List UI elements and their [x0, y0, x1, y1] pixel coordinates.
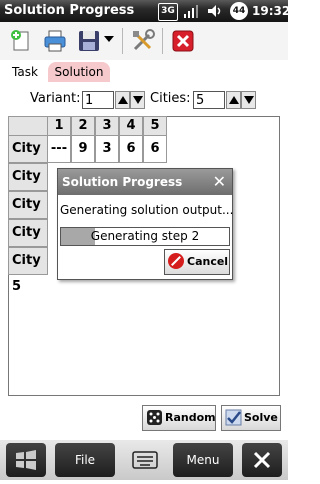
- grid-row-header: City 3: [8, 191, 48, 238]
- progress-bar: Generating step 2: [60, 227, 230, 246]
- grid-column-header: 2: [71, 116, 95, 136]
- grid-cell[interactable]: 6: [143, 135, 167, 163]
- checkmark-icon: [225, 409, 242, 426]
- variant-up-button[interactable]: [115, 91, 130, 109]
- arrow-up-icon: [117, 96, 128, 104]
- cities-up-button[interactable]: [226, 91, 241, 109]
- tab-bar: Task Solution: [0, 60, 288, 82]
- arrow-down-icon: [243, 96, 254, 104]
- variant-down-button[interactable]: [130, 91, 145, 109]
- variant-input[interactable]: 1: [82, 91, 114, 109]
- battery-icon: 44: [230, 2, 248, 20]
- cancel-icon: [168, 253, 184, 269]
- start-button[interactable]: [6, 443, 46, 477]
- random-label: Random: [165, 411, 216, 424]
- progress-text: Generating step 2: [90, 229, 200, 243]
- solve-button[interactable]: Solve: [221, 405, 281, 431]
- grid-row-header: City 5: [8, 247, 48, 294]
- cities-input[interactable]: 5: [193, 91, 225, 109]
- grid-cell[interactable]: 3: [95, 135, 119, 163]
- tab-task[interactable]: Task: [6, 62, 44, 82]
- close-icon[interactable]: [170, 28, 196, 54]
- dialog-close-icon[interactable]: ✕: [213, 169, 226, 195]
- tab-solution[interactable]: Solution: [48, 62, 110, 82]
- grid-column-header: 1: [47, 116, 71, 136]
- toolbar-separator: [122, 28, 123, 54]
- save-icon[interactable]: [76, 28, 102, 54]
- status-bar: Solution Progress 3G 44 19:32: [0, 0, 291, 22]
- window-title: Solution Progress: [4, 3, 135, 18]
- dialog-message: Generating solution output...: [60, 203, 234, 217]
- grid-column-header: 5: [143, 116, 167, 136]
- menu-button[interactable]: Menu: [173, 443, 233, 477]
- toolbar-separator: [162, 28, 163, 54]
- cancel-label: Cancel: [187, 255, 229, 268]
- dropdown-icon[interactable]: [102, 28, 116, 54]
- cities-down-button[interactable]: [241, 91, 256, 109]
- new-icon[interactable]: [8, 28, 34, 54]
- cities-label: Cities:: [150, 91, 191, 106]
- sound-icon: [206, 3, 222, 19]
- clock: 19:32: [252, 4, 291, 18]
- bottom-bar: File Menu: [0, 440, 288, 480]
- file-button[interactable]: File: [55, 443, 115, 477]
- variant-label: Variant:: [30, 91, 81, 106]
- x-icon: [253, 451, 271, 469]
- keyboard-icon[interactable]: [125, 443, 165, 477]
- arrow-up-icon: [228, 96, 239, 104]
- dialog-title: Solution Progress: [58, 169, 232, 195]
- windows-logo-icon: [16, 450, 36, 470]
- grid-cell[interactable]: ---: [47, 135, 71, 163]
- 3g-icon: 3G: [158, 3, 178, 21]
- grid-cell[interactable]: 9: [71, 135, 95, 163]
- progress-dialog: Solution Progress ✕ Generating solution …: [57, 168, 233, 280]
- dice-icon: [146, 409, 163, 426]
- grid-column-header: 4: [119, 116, 143, 136]
- arrow-down-icon: [132, 96, 143, 104]
- close-button[interactable]: [242, 443, 282, 477]
- tools-icon[interactable]: [130, 28, 156, 54]
- grid-row-header: City 2: [8, 163, 48, 210]
- grid-row-header: City 1: [8, 135, 48, 182]
- grid-corner: [8, 116, 48, 136]
- grid-row-header: City 4: [8, 219, 48, 266]
- grid-cell[interactable]: 6: [119, 135, 143, 163]
- cancel-button[interactable]: Cancel: [164, 249, 230, 275]
- solve-label: Solve: [244, 411, 278, 424]
- toolbar: [0, 22, 288, 60]
- signal-icon: [182, 3, 198, 19]
- print-icon[interactable]: [42, 28, 68, 54]
- grid-column-header: 3: [95, 116, 119, 136]
- random-button[interactable]: Random: [142, 405, 216, 431]
